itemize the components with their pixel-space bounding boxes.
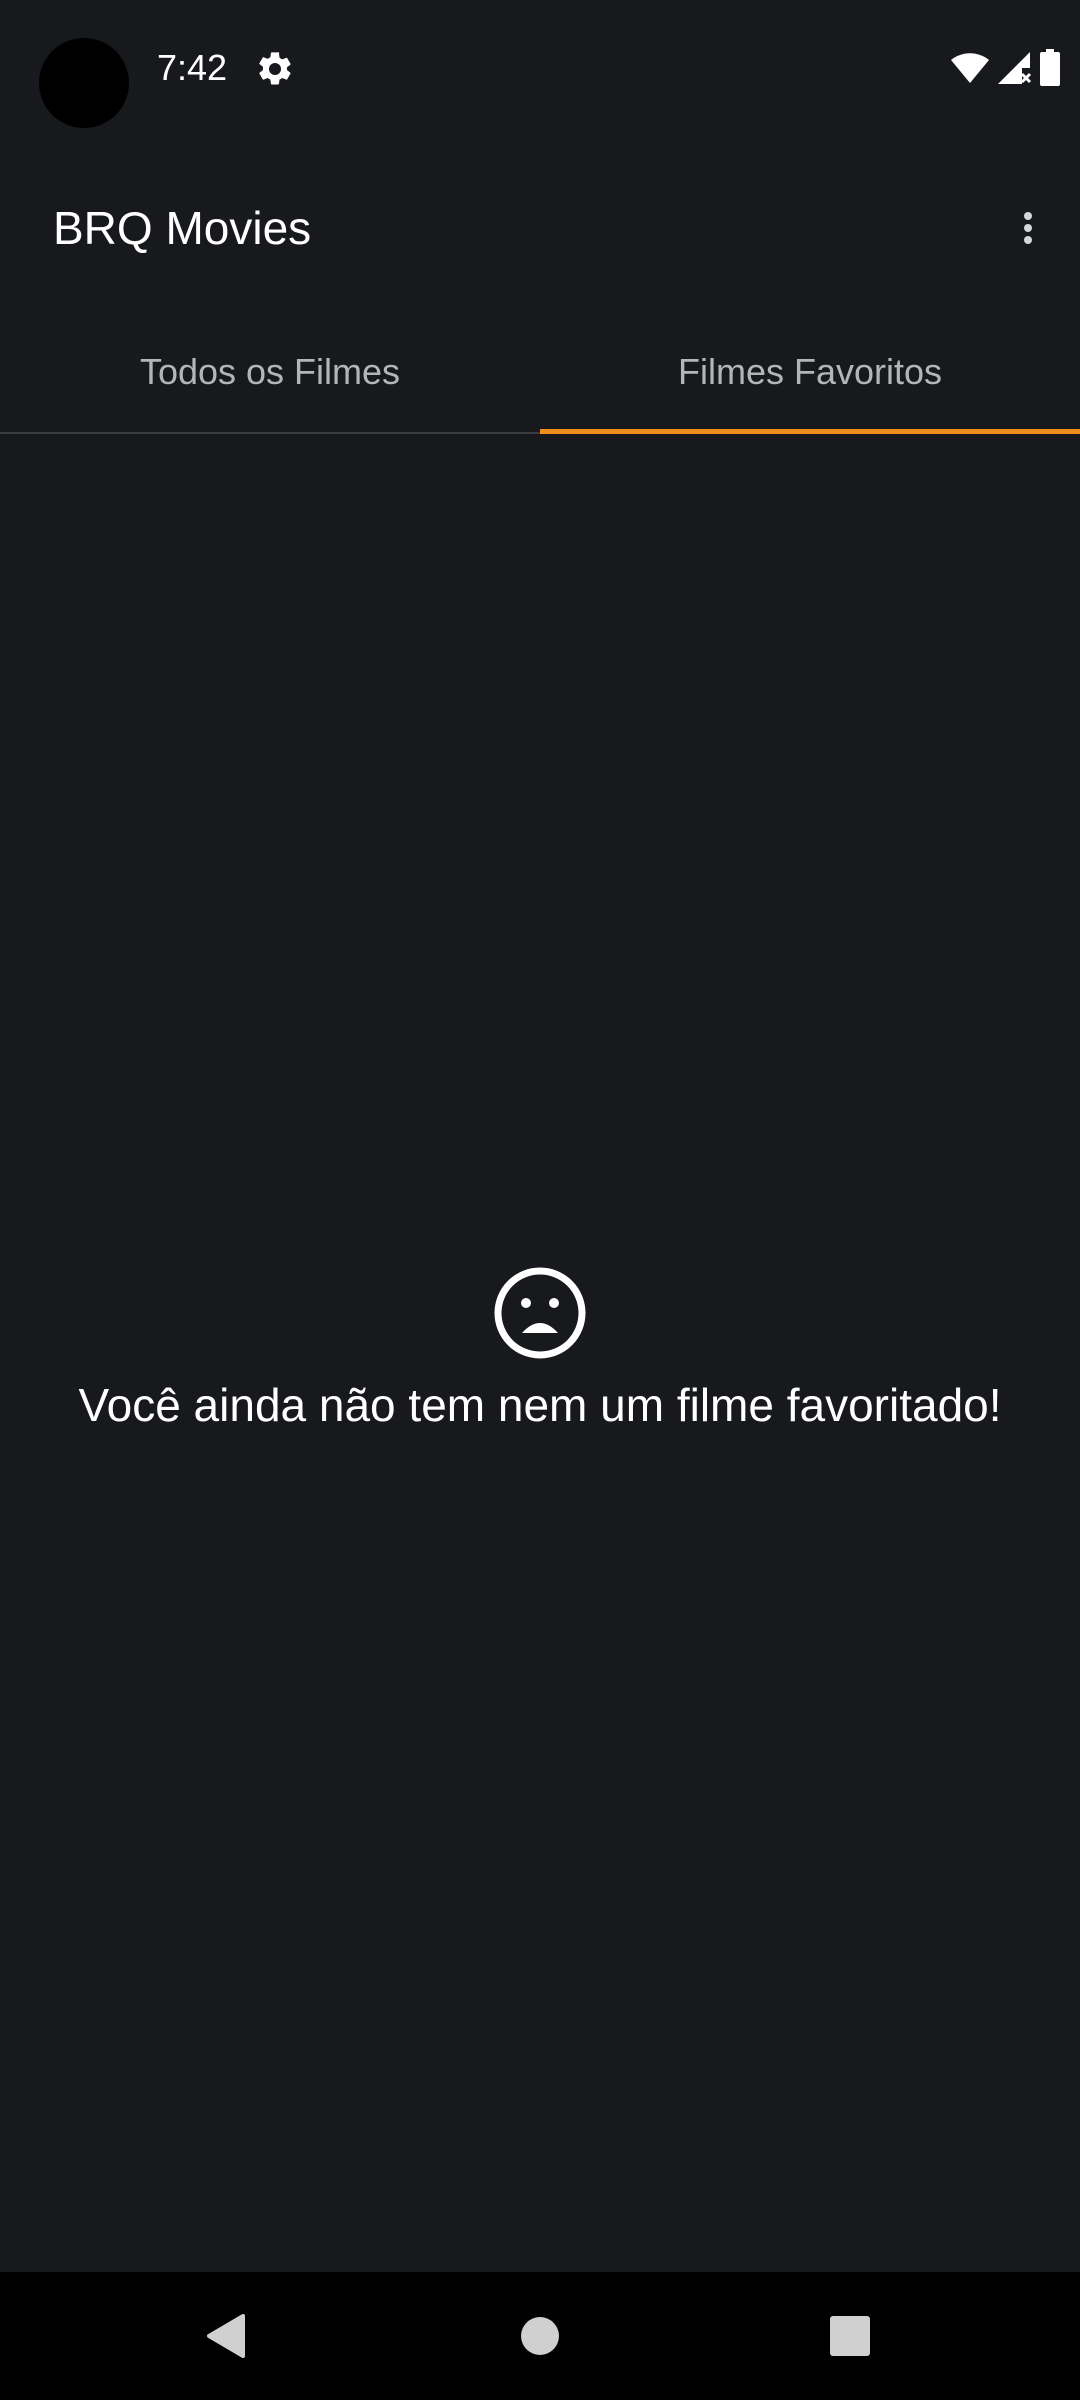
navigation-bar [0,2272,1080,2400]
tab-todos-os-filmes[interactable]: Todos os Filmes [0,312,540,432]
empty-state: Você ainda não tem nem um filme favorita… [0,1265,1080,1433]
tab-bar: Todos os Filmes Filmes Favoritos [0,312,1080,434]
status-icons [950,48,1062,88]
back-button[interactable] [166,2272,286,2400]
more-vert-icon[interactable] [1000,192,1056,264]
status-bar: 7:42 [0,0,1080,134]
status-time: 7:42 [157,47,228,88]
wifi-icon [951,53,989,83]
signal-icon [998,52,1032,84]
settings-icon [259,52,291,85]
screen: 7:42 BRQ Movies Todos os Filmes Filmes F… [0,0,1080,2400]
recents-icon [830,2316,870,2356]
empty-message: Você ainda não tem nem um filme favorita… [78,1379,1002,1431]
home-icon [521,2317,559,2355]
more-vert-glyph [1024,212,1032,244]
home-button[interactable] [480,2272,600,2400]
tab-filmes-favoritos[interactable]: Filmes Favoritos [540,312,1080,434]
battery-icon [1040,49,1060,86]
app-bar: BRQ Movies [0,170,1080,286]
app-title: BRQ Movies [53,202,312,254]
sad-face-icon [494,1267,586,1359]
camera-cutout [39,38,129,128]
recents-button[interactable] [790,2272,910,2400]
back-icon [207,2314,245,2358]
